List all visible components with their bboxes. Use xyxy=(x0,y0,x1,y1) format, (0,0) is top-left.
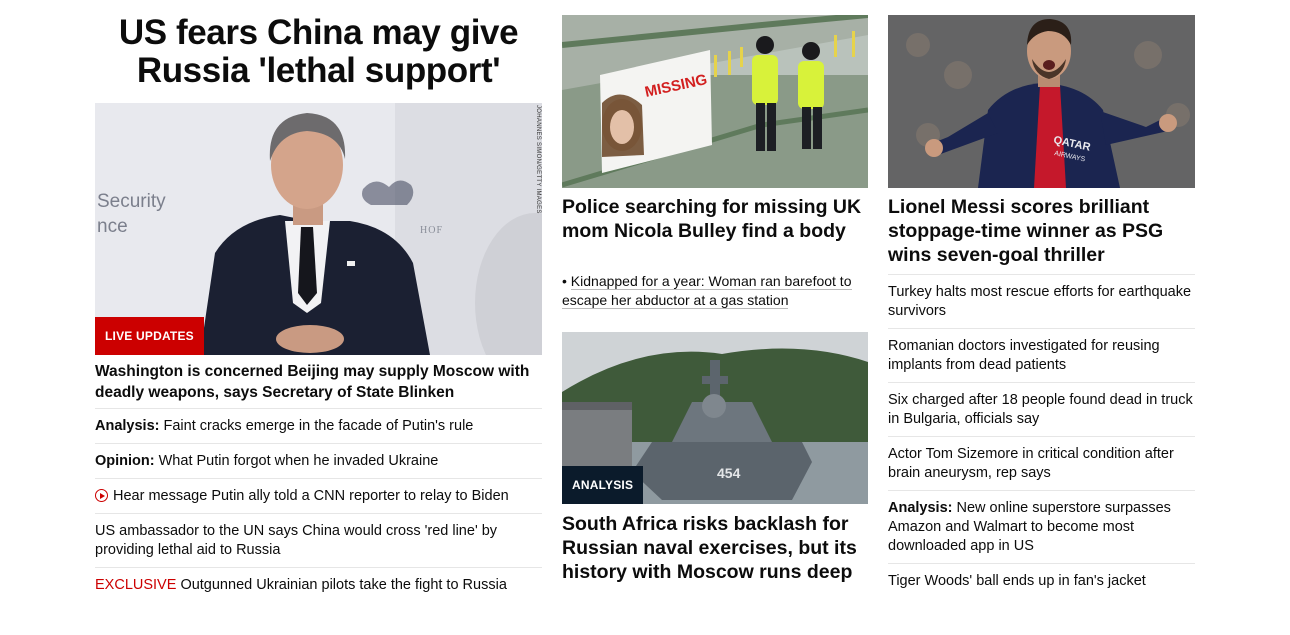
related-link-text[interactable]: Kidnapped for a year: Woman ran barefoot… xyxy=(562,273,852,309)
list-item-text[interactable]: US ambassador to the UN says China would… xyxy=(95,523,497,558)
list-item-text[interactable]: Outgunned Ukrainian pilots take the figh… xyxy=(180,577,506,593)
bulley-story-image[interactable]: MISSING xyxy=(562,15,868,188)
list-item[interactable]: Hear message Putin ally told a CNN repor… xyxy=(95,478,542,513)
hero-image[interactable]: Security nce HOF JOHANNES SIMON/GETTY IM… xyxy=(95,103,542,355)
backdrop-text-security: Security xyxy=(97,191,166,212)
list-item[interactable]: US ambassador to the UN says China would… xyxy=(95,513,542,567)
photo-credit: JOHANNES SIMON/GETTY IMAGES xyxy=(535,105,541,214)
main-headline[interactable]: US fears China may give Russia 'lethal s… xyxy=(95,14,542,90)
list-item-text[interactable]: Tiger Woods' ball ends up in fan's jacke… xyxy=(888,573,1146,589)
messi-story-image[interactable]: QATAR AIRWAYS xyxy=(888,15,1195,188)
navy-story-title[interactable]: South Africa risks backlash for Russian … xyxy=(562,512,868,584)
exclusive-kicker: EXCLUSIVE xyxy=(95,577,177,593)
list-item[interactable]: Turkey halts most rescue efforts for ear… xyxy=(888,274,1195,328)
list-item[interactable]: Actor Tom Sizemore in critical condition… xyxy=(888,436,1195,490)
list-item[interactable]: Opinion: What Putin forgot when he invad… xyxy=(95,443,542,478)
analysis-kicker: Analysis: xyxy=(95,418,160,434)
list-item-text[interactable]: Turkey halts most rescue efforts for ear… xyxy=(888,284,1191,319)
list-item-text[interactable]: What Putin forgot when he invaded Ukrain… xyxy=(159,453,439,469)
list-item[interactable]: Romanian doctors investigated for reusin… xyxy=(888,328,1195,382)
opinion-kicker: Opinion: xyxy=(95,453,155,469)
list-item-text[interactable]: Hear message Putin ally told a CNN repor… xyxy=(113,488,509,504)
related-link[interactable]: • Kidnapped for a year: Woman ran barefo… xyxy=(562,272,868,310)
lead-subheadline[interactable]: Washington is concerned Beijing may supp… xyxy=(95,361,542,403)
backdrop-text-conference: nce xyxy=(97,216,128,237)
backdrop-text-hof: HOF xyxy=(420,225,443,236)
list-item[interactable]: Analysis: Faint cracks emerge in the fac… xyxy=(95,408,542,443)
list-item[interactable]: Tiger Woods' ball ends up in fan's jacke… xyxy=(888,563,1195,598)
analysis-kicker: Analysis: xyxy=(888,500,953,516)
messi-photo: QATAR AIRWAYS xyxy=(888,15,1195,188)
analysis-badge: ANALYSIS xyxy=(562,466,644,504)
list-item-text[interactable]: Romanian doctors investigated for reusin… xyxy=(888,338,1160,373)
bulley-story-title[interactable]: Police searching for missing UK mom Nico… xyxy=(562,195,868,243)
lead-story-column: US fears China may give Russia 'lethal s… xyxy=(95,0,542,593)
list-item-text[interactable]: Faint cracks emerge in the facade of Put… xyxy=(164,418,474,434)
headline-list: Turkey halts most rescue efforts for ear… xyxy=(888,274,1195,598)
list-item[interactable]: EXCLUSIVE Outgunned Ukrainian pilots tak… xyxy=(95,567,542,602)
related-story-list: Analysis: Faint cracks emerge in the fac… xyxy=(95,408,542,602)
bullet-icon: • xyxy=(562,273,571,289)
list-item[interactable]: Six charged after 18 people found dead i… xyxy=(888,382,1195,436)
list-item-text[interactable]: Six charged after 18 people found dead i… xyxy=(888,392,1193,427)
list-item-text[interactable]: Actor Tom Sizemore in critical condition… xyxy=(888,446,1174,481)
missing-poster-photo: MISSING xyxy=(562,15,868,188)
navy-story-image[interactable]: 454 ANALYSIS xyxy=(562,332,868,504)
messi-story-title[interactable]: Lionel Messi scores brilliant stoppage-t… xyxy=(888,195,1195,267)
live-updates-badge: LIVE UPDATES xyxy=(95,317,204,355)
hull-number-text: 454 xyxy=(717,465,741,481)
play-icon xyxy=(95,489,108,502)
list-item[interactable]: Analysis: New online superstore surpasse… xyxy=(888,490,1195,563)
